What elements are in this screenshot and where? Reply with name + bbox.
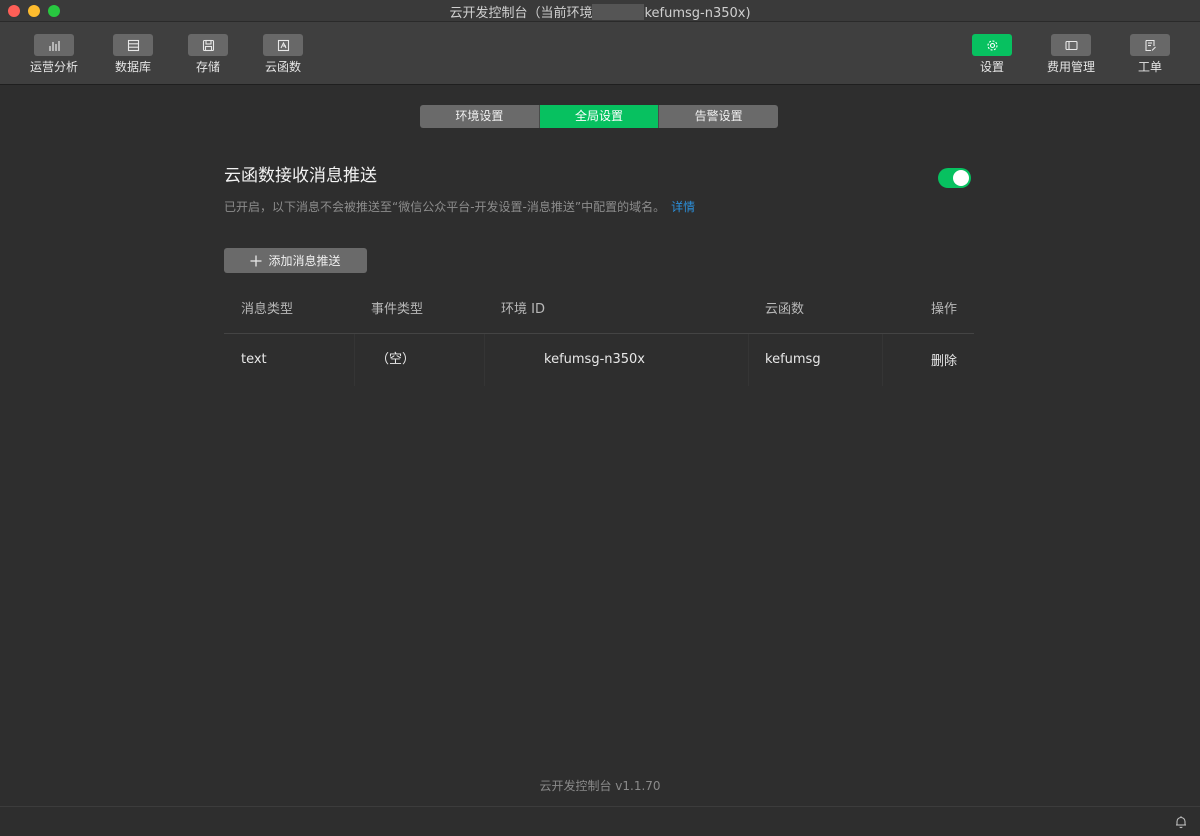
toolbar-button-ticket[interactable] <box>1130 34 1170 56</box>
message-push-table: 消息类型 事件类型 环境 ID 云函数 操作 text （空） kefumsg-… <box>224 290 974 386</box>
toolbar-item-settings[interactable]: 设置 <box>957 34 1027 74</box>
toolbar-label-database: 数据库 <box>114 60 151 74</box>
tab-env-settings[interactable]: 环境设置 <box>420 105 540 128</box>
toolbar-item-billing[interactable]: 费用管理 <box>1036 34 1106 74</box>
add-message-push-button[interactable]: 添加消息推送 <box>224 248 367 273</box>
window-title-suffix: kefumsg-n350x) <box>644 6 751 21</box>
toolbar-item-cloud-function[interactable]: 云函数 <box>248 34 318 74</box>
toolbar-item-analytics[interactable]: 运营分析 <box>19 34 89 74</box>
redaction-mask <box>592 4 645 20</box>
ticket-icon <box>1144 39 1156 51</box>
cell-msg-type: text <box>241 352 267 367</box>
tab-global-settings[interactable]: 全局设置 <box>539 105 660 128</box>
section-title: 云函数接收消息推送 <box>224 166 377 186</box>
gear-icon <box>986 39 998 51</box>
database-icon <box>127 39 139 51</box>
message-push-toggle[interactable] <box>938 168 971 188</box>
section-description: 已开启，以下消息不会被推送至“微信公众平台-开发设置-消息推送”中配置的域名。详… <box>224 199 695 215</box>
toolbar-button-storage[interactable] <box>188 34 228 56</box>
add-message-push-label: 添加消息推送 <box>268 254 341 268</box>
table-header: 消息类型 事件类型 环境 ID 云函数 操作 <box>224 290 974 334</box>
cloud-function-icon <box>277 39 289 51</box>
bar-chart-icon <box>48 40 60 51</box>
cell-env-id: kefumsg-n350x <box>544 352 646 367</box>
toolbar-label-analytics: 运营分析 <box>29 60 78 74</box>
toolbar-item-ticket[interactable]: 工单 <box>1115 34 1185 74</box>
tab-alert-settings[interactable]: 告警设置 <box>659 105 778 128</box>
toolbar-item-database[interactable]: 数据库 <box>98 34 168 74</box>
toggle-knob <box>953 170 969 186</box>
version-label: 云开发控制台 v1.1.70 <box>539 779 661 793</box>
detail-link[interactable]: 详情 <box>671 200 695 214</box>
delete-link[interactable]: 删除 <box>931 354 957 370</box>
toolbar-label-ticket: 工单 <box>1137 60 1162 74</box>
toolbar-label-settings: 设置 <box>979 60 1004 74</box>
toolbar-button-settings[interactable] <box>972 34 1012 56</box>
window-title-prefix: 云开发控制台（当前环境 <box>449 6 593 21</box>
plus-icon <box>250 255 262 266</box>
toolbar: 运营分析 数据库 存储 云函数 设置 费用管理 工单 <box>0 22 1200 85</box>
column-divider <box>748 334 749 386</box>
billing-icon <box>1064 40 1078 50</box>
table-row: text （空） kefumsg-n350x kefumsg 删除 <box>224 334 974 386</box>
column-divider <box>484 334 485 386</box>
toolbar-label-storage: 存储 <box>195 60 220 74</box>
toolbar-label-cloud-function: 云函数 <box>264 60 301 74</box>
column-divider <box>882 334 883 386</box>
header-function: 云函数 <box>765 302 805 317</box>
settings-tabs: 环境设置 全局设置 告警设置 <box>420 105 778 128</box>
toolbar-item-storage[interactable]: 存储 <box>173 34 243 74</box>
header-event-type: 事件类型 <box>371 302 424 317</box>
status-bar <box>0 806 1200 836</box>
toolbar-button-analytics[interactable] <box>34 34 74 56</box>
header-env-id: 环境 ID <box>501 302 545 317</box>
toolbar-button-cloud-function[interactable] <box>263 34 303 56</box>
column-divider <box>354 334 355 386</box>
bell-icon[interactable] <box>1174 815 1188 829</box>
toolbar-label-billing: 费用管理 <box>1046 60 1095 74</box>
cell-event-type: （空） <box>376 352 416 367</box>
header-msg-type: 消息类型 <box>241 302 294 317</box>
toolbar-button-billing[interactable] <box>1051 34 1091 56</box>
cell-function: kefumsg <box>765 352 821 367</box>
title-bar: 云开发控制台（当前环境 kefumsg-n350x) <box>0 0 1200 22</box>
storage-icon <box>202 39 214 51</box>
section-description-text: 已开启，以下消息不会被推送至“微信公众平台-开发设置-消息推送”中配置的域名。 <box>224 200 666 214</box>
header-action: 操作 <box>931 302 958 317</box>
window-title: 云开发控制台（当前环境 kefumsg-n350x) <box>0 4 1200 21</box>
toolbar-button-database[interactable] <box>113 34 153 56</box>
